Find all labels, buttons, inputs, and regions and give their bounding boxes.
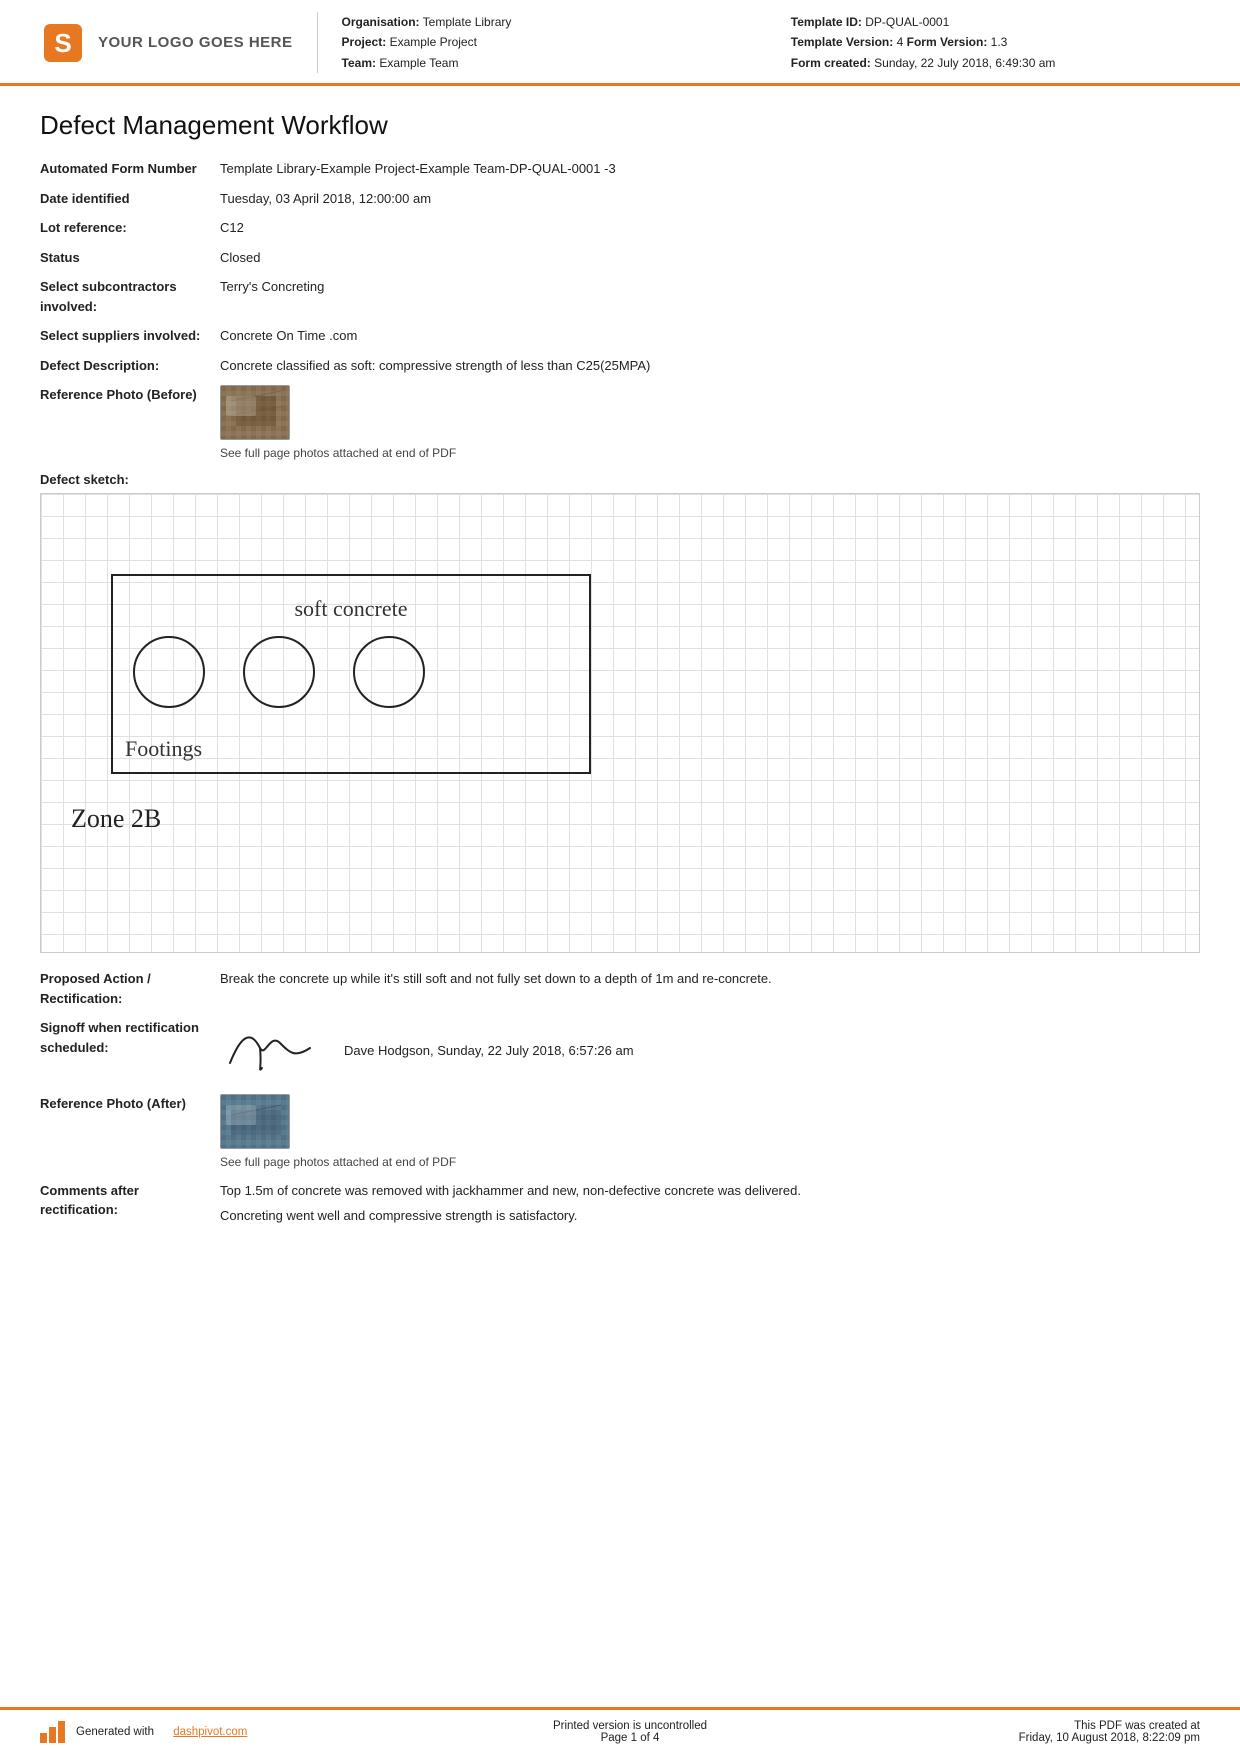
proposed-action-row: Proposed Action / Rectification: Break t…: [40, 969, 1200, 1008]
signoff-person: Dave Hodgson, Sunday, 22 July 2018, 6:57…: [344, 1041, 634, 1061]
status-label: Status: [40, 248, 220, 268]
reference-photo-before-row: Reference Photo (Before): [40, 385, 1200, 462]
automated-form-number-row: Automated Form Number Template Library-E…: [40, 159, 1200, 179]
header-meta: Organisation: Template Library Project: …: [342, 12, 1200, 73]
footer-right: This PDF was created at Friday, 10 Augus…: [940, 1720, 1200, 1744]
photo-after-image: [220, 1094, 290, 1149]
date-identified-label: Date identified: [40, 189, 220, 209]
sketch-container: soft concrete Footings Zone 2B: [40, 493, 1200, 953]
form-version-value: 1.3: [991, 35, 1008, 49]
footer-left: Generated with dashpivot.com: [40, 1721, 320, 1743]
org-label: Organisation:: [342, 15, 420, 29]
suppliers-label: Select suppliers involved:: [40, 326, 220, 346]
signature: [220, 1018, 320, 1084]
comments-label: Comments after rectification:: [40, 1181, 220, 1220]
body: Defect Management Workflow Automated For…: [0, 86, 1240, 1707]
project-label: Project:: [342, 35, 387, 49]
generated-text: Generated with: [76, 1726, 154, 1738]
page-title: Defect Management Workflow: [40, 110, 1200, 141]
comments-row: Comments after rectification: Top 1.5m o…: [40, 1181, 1200, 1226]
team-label: Team:: [342, 56, 376, 70]
form-version-label: Form Version:: [907, 35, 988, 49]
suppliers-value: Concrete On Time .com: [220, 326, 1200, 346]
template-id-value: DP-QUAL-0001: [865, 15, 949, 29]
zone-label: Zone 2B: [71, 804, 161, 834]
form-created-label: Form created:: [791, 56, 871, 70]
proposed-action-label: Proposed Action / Rectification:: [40, 969, 220, 1008]
template-version-label: Template Version:: [791, 35, 893, 49]
logo-icon: S: [40, 20, 86, 66]
suppliers-row: Select suppliers involved: Concrete On T…: [40, 326, 1200, 346]
org-value: Template Library: [423, 15, 512, 29]
automated-form-number-label: Automated Form Number: [40, 159, 220, 179]
status-row: Status Closed: [40, 248, 1200, 268]
comments-line-2: Concreting went well and compressive str…: [220, 1206, 1200, 1226]
photo-before-caption: See full page photos attached at end of …: [220, 444, 1200, 462]
page: S YOUR LOGO GOES HERE Organisation: Temp…: [0, 0, 1240, 1754]
subcontractors-label: Select subcontractors involved:: [40, 277, 220, 316]
circle-1: [133, 636, 205, 708]
reference-photo-after-value: See full page photos attached at end of …: [220, 1094, 1200, 1171]
lot-reference-value: C12: [220, 218, 1200, 238]
defect-sketch-label: Defect sketch:: [40, 472, 1200, 487]
signoff-row: Signoff when rectification scheduled: Da…: [40, 1018, 1200, 1084]
signoff-value: Dave Hodgson, Sunday, 22 July 2018, 6:57…: [220, 1018, 1200, 1084]
project-value: Example Project: [390, 35, 477, 49]
photo-before-image: [220, 385, 290, 440]
template-id-label: Template ID:: [791, 15, 862, 29]
status-value: Closed: [220, 248, 1200, 268]
footer-center: Printed version is uncontrolled Page 1 o…: [553, 1720, 707, 1744]
defect-description-label: Defect Description:: [40, 356, 220, 376]
team-value: Example Team: [379, 56, 458, 70]
photo-after-caption: See full page photos attached at end of …: [220, 1153, 1200, 1171]
uncontrolled-text: Printed version is uncontrolled: [553, 1720, 707, 1732]
defect-description-value: Concrete classified as soft: compressive…: [220, 356, 1200, 376]
lot-reference-row: Lot reference: C12: [40, 218, 1200, 238]
proposed-action-value: Break the concrete up while it's still s…: [220, 969, 1200, 989]
defect-description-row: Defect Description: Concrete classified …: [40, 356, 1200, 376]
pdf-created-date: Friday, 10 August 2018, 8:22:09 pm: [940, 1732, 1200, 1744]
circle-3: [353, 636, 425, 708]
signoff-label: Signoff when rectification scheduled:: [40, 1018, 220, 1057]
signature-svg: [220, 1018, 320, 1078]
template-version-value: 4: [897, 35, 904, 49]
subcontractors-value: Terry's Concreting: [220, 277, 1200, 297]
logo-text: YOUR LOGO GOES HERE: [98, 34, 293, 51]
defect-sketch-section: Defect sketch: soft concrete Footings Zo…: [40, 472, 1200, 953]
header-col-right: Template ID: DP-QUAL-0001 Template Versi…: [791, 12, 1200, 73]
reference-photo-before-label: Reference Photo (Before): [40, 385, 220, 405]
form-created-value: Sunday, 22 July 2018, 6:49:30 am: [874, 56, 1055, 70]
reference-photo-after-row: Reference Photo (After): [40, 1094, 1200, 1171]
footer: Generated with dashpivot.com Printed ver…: [0, 1707, 1240, 1754]
site-link[interactable]: dashpivot.com: [173, 1726, 247, 1738]
footer-logo-icon: [40, 1721, 68, 1743]
reference-photo-after-label: Reference Photo (After): [40, 1094, 220, 1114]
header-col-left: Organisation: Template Library Project: …: [342, 12, 751, 73]
comments-value: Top 1.5m of concrete was removed with ja…: [220, 1181, 1200, 1226]
date-identified-row: Date identified Tuesday, 03 April 2018, …: [40, 189, 1200, 209]
lot-reference-label: Lot reference:: [40, 218, 220, 238]
sketch-inner: soft concrete Footings Zone 2B: [41, 494, 1199, 952]
concrete-rect: soft concrete Footings: [111, 574, 591, 774]
header: S YOUR LOGO GOES HERE Organisation: Temp…: [0, 0, 1240, 86]
page-text: Page 1 of 4: [553, 1732, 707, 1744]
svg-text:S: S: [54, 28, 71, 58]
circle-2: [243, 636, 315, 708]
subcontractors-row: Select subcontractors involved: Terry's …: [40, 277, 1200, 316]
concrete-label: soft concrete: [295, 596, 408, 622]
footings-label: Footings: [125, 736, 202, 762]
automated-form-number-value: Template Library-Example Project-Example…: [220, 159, 1200, 179]
reference-photo-before-value: See full page photos attached at end of …: [220, 385, 1200, 462]
date-identified-value: Tuesday, 03 April 2018, 12:00:00 am: [220, 189, 1200, 209]
comments-line-1: Top 1.5m of concrete was removed with ja…: [220, 1181, 1200, 1201]
pdf-created-text: This PDF was created at: [940, 1720, 1200, 1732]
logo-area: S YOUR LOGO GOES HERE: [40, 12, 318, 73]
